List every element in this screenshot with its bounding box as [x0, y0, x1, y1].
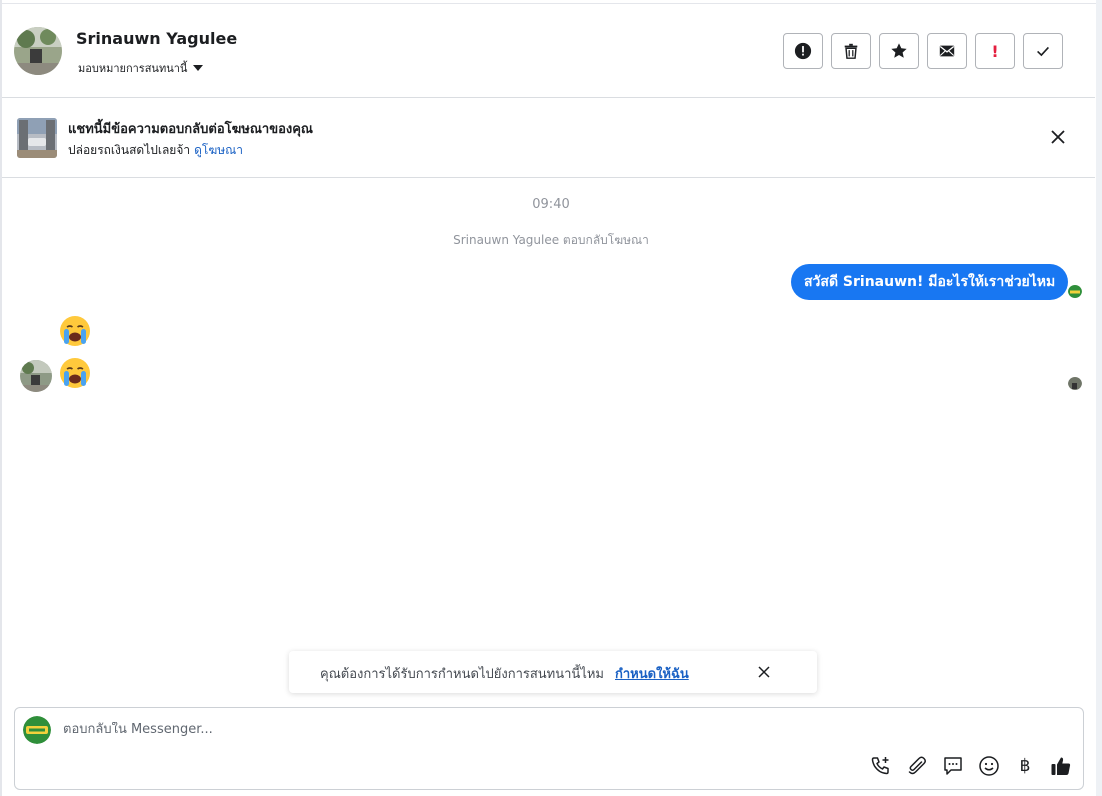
reply-input[interactable]	[63, 722, 963, 737]
scrollbar-track[interactable]	[1096, 0, 1102, 796]
close-icon[interactable]	[757, 665, 771, 679]
thumbs-up-icon	[1051, 757, 1071, 775]
saved-replies-button[interactable]	[941, 754, 965, 778]
smiley-icon	[979, 756, 999, 776]
call-button[interactable]	[869, 754, 893, 778]
composer-tools: ฿	[869, 754, 1073, 778]
contact-name: Srinauwn Yagulee	[76, 29, 238, 48]
ad-reply-banner: แชทนี้มีข้อความตอบกลับต่อโฆษณาของคุณ ปล่…	[2, 98, 1095, 178]
done-button[interactable]	[1023, 33, 1063, 69]
header-actions: !	[783, 33, 1063, 69]
envelope-icon	[939, 45, 955, 57]
alert-icon	[794, 42, 812, 60]
ad-banner-subtitle: ปล่อยรถเงินสดไปเลยจ้า ดูโฆษณา	[68, 141, 243, 160]
toast-message: คุณต้องการได้รับการกำหนดไปยังการสนทนานี้…	[320, 667, 604, 682]
crying-face-emoji[interactable]	[58, 314, 92, 348]
speech-bubble-icon	[944, 757, 962, 775]
assign-toast: คุณต้องการได้รับการกำหนดไปยังการสนทนานี้…	[289, 651, 817, 693]
page-avatar	[23, 716, 51, 744]
caret-down-icon	[193, 65, 204, 71]
message-timestamp: 09:40	[532, 197, 570, 212]
page-seen-avatar	[1068, 284, 1082, 298]
star-button[interactable]	[879, 33, 919, 69]
assign-to-me-link[interactable]: กำหนดให้ฉัน	[615, 663, 689, 684]
mark-unread-button[interactable]	[927, 33, 967, 69]
paperclip-icon	[908, 756, 926, 775]
payment-button[interactable]: ฿	[1013, 754, 1037, 778]
spam-button[interactable]: !	[975, 33, 1015, 69]
view-ad-link[interactable]: ดูโฆษณา	[194, 143, 243, 157]
messenger-inbox: Srinauwn Yagulee มอบหมายการสนทนานี้ ! แช…	[0, 0, 1102, 796]
star-icon	[891, 43, 907, 58]
conversation-header: Srinauwn Yagulee มอบหมายการสนทนานี้ !	[2, 4, 1095, 98]
exclamation-icon: !	[991, 41, 999, 61]
phone-plus-icon	[871, 757, 889, 775]
close-icon[interactable]	[1050, 129, 1066, 145]
sender-avatar[interactable]	[20, 360, 52, 392]
baht-icon: ฿	[1019, 756, 1031, 776]
contact-seen-avatar	[1068, 376, 1082, 390]
assign-dropdown[interactable]: มอบหมายการสนทนานี้	[78, 59, 204, 77]
reply-composer: ฿	[14, 707, 1084, 790]
outgoing-message-bubble[interactable]: สวัสดี Srinauwn! มีอะไรให้เราช่วยไหม	[791, 264, 1069, 300]
assign-label: มอบหมายการสนทนานี้	[78, 62, 188, 75]
ad-banner-title: แชทนี้มีข้อความตอบกลับต่อโฆษณาของคุณ	[68, 122, 313, 137]
crying-face-emoji[interactable]	[58, 356, 92, 390]
system-message: Srinauwn Yagulee ตอบกลับโฆษณา	[453, 233, 649, 247]
contact-avatar[interactable]	[14, 27, 62, 75]
trash-icon	[844, 43, 858, 59]
like-button[interactable]	[1049, 754, 1073, 778]
emoji-button[interactable]	[977, 754, 1001, 778]
ad-thumbnail[interactable]	[17, 118, 57, 158]
check-icon	[1037, 46, 1049, 57]
ad-subtitle-text: ปล่อยรถเงินสดไปเลยจ้า	[68, 143, 191, 157]
attach-button[interactable]	[905, 754, 929, 778]
delete-button[interactable]	[831, 33, 871, 69]
alert-button[interactable]	[783, 33, 823, 69]
